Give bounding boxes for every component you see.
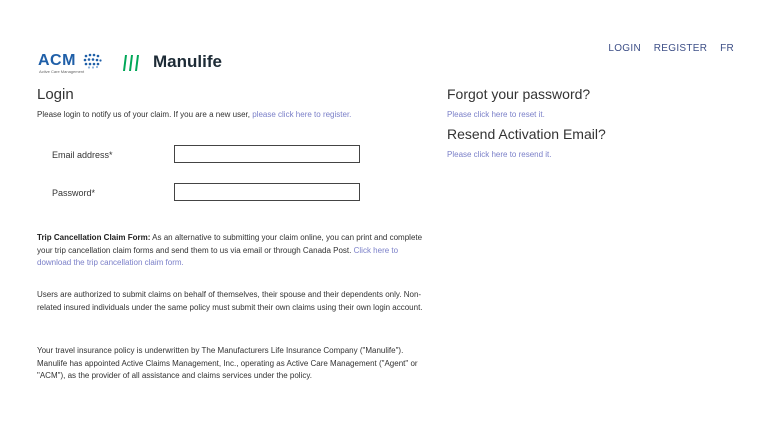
password-field[interactable] xyxy=(174,183,360,201)
email-label: Email address* xyxy=(52,150,113,160)
users-authorization-paragraph: Users are authorized to submit claims on… xyxy=(37,290,423,312)
login-title: Login xyxy=(37,86,74,103)
register-link[interactable]: please click here to register. xyxy=(252,110,351,119)
trip-cancellation-paragraph: Trip Cancellation Claim Form: As an alte… xyxy=(37,232,432,270)
manulife-logo-text: Manulife xyxy=(153,52,222,71)
nav-register-link[interactable]: REGISTER xyxy=(654,43,708,54)
forgot-password-title: Forgot your password? xyxy=(447,86,591,102)
email-field[interactable] xyxy=(174,145,360,163)
login-intro-text: Please login to notify us of your claim.… xyxy=(37,110,250,119)
nav-language-link[interactable]: FR xyxy=(720,43,734,54)
trip-cancellation-heading: Trip Cancellation Claim Form: xyxy=(37,233,151,242)
acm-logo: ACM Active Care Management xyxy=(38,50,108,76)
acm-logo-text: ACM xyxy=(38,52,76,69)
login-intro: Please login to notify us of your claim.… xyxy=(37,110,351,119)
acm-logo-subtext: Active Care Management xyxy=(39,69,85,74)
nav-login-link[interactable]: LOGIN xyxy=(608,43,641,54)
reset-password-link[interactable]: Please click here to reset it. xyxy=(447,110,545,119)
top-nav: LOGIN REGISTER FR xyxy=(598,43,734,54)
resend-activation-link[interactable]: Please click here to resend it. xyxy=(447,150,552,159)
password-label: Password* xyxy=(52,188,96,198)
manulife-mark-icon xyxy=(123,55,139,71)
resend-activation-title: Resend Activation Email? xyxy=(447,126,606,142)
policy-underwriting-paragraph: Your travel insurance policy is underwri… xyxy=(37,346,418,380)
globe-icon xyxy=(83,53,102,69)
